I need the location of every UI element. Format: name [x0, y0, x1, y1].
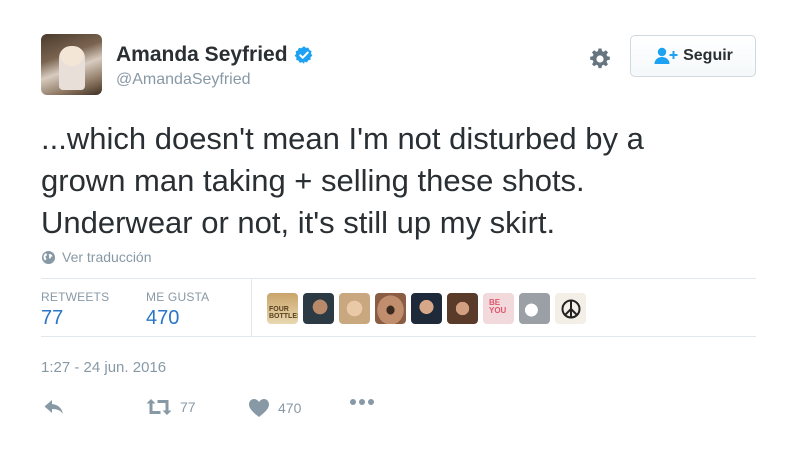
retweets-count[interactable]: 77 [41, 307, 63, 330]
reply-icon [44, 400, 63, 414]
divider [41, 336, 756, 337]
liker-avatar-text: FOUR BOTTLES [269, 306, 298, 320]
liker-avatar[interactable] [339, 293, 370, 324]
author-handle[interactable]: @AmandaSeyfried [116, 71, 251, 89]
divider [41, 278, 756, 279]
liker-avatar[interactable] [447, 293, 478, 324]
liker-avatar[interactable]: FOUR BOTTLES [267, 293, 298, 324]
tweet-text: ...which doesn't mean I'm not disturbed … [41, 118, 761, 244]
liker-avatar-text: BE YOU [489, 298, 507, 315]
more-button[interactable] [349, 398, 383, 406]
liker-avatar[interactable] [555, 293, 586, 324]
liker-avatar[interactable]: BE YOU [483, 293, 514, 324]
liker-avatar[interactable] [375, 293, 406, 324]
gear-icon[interactable] [588, 47, 612, 71]
translate-label: Ver traducción [62, 249, 152, 265]
tweet-text-line: Underwear or not, it's still up my skirt… [41, 205, 556, 240]
tweet-card: Amanda Seyfried @AmandaSeyfried Seguir .… [0, 0, 800, 456]
retweets-label[interactable]: RETWEETS [41, 290, 109, 304]
liker-avatars: FOUR BOTTLES BE YOU [267, 293, 586, 324]
likes-label[interactable]: ME GUSTA [146, 290, 209, 304]
likes-count[interactable]: 470 [146, 307, 179, 330]
heart-icon [249, 399, 269, 417]
globe-icon [41, 250, 56, 264]
liker-avatar[interactable] [411, 293, 442, 324]
add-user-icon [654, 47, 678, 64]
divider [251, 278, 252, 336]
translate-link[interactable]: Ver traducción [41, 249, 152, 265]
tweet-text-line: grown man taking + selling these shots. [41, 163, 585, 198]
follow-button-label: Seguir [683, 47, 733, 64]
author-name-row: Amanda Seyfried [116, 43, 314, 67]
retweet-count: 77 [180, 399, 196, 415]
reply-button[interactable] [43, 398, 73, 416]
like-count: 470 [278, 400, 302, 416]
retweet-icon [146, 399, 172, 415]
retweet-button[interactable]: 77 [146, 398, 196, 416]
verified-badge-icon [294, 46, 312, 64]
liker-avatar[interactable] [519, 293, 550, 324]
more-dots-icon [350, 399, 374, 405]
tweet-text-line: ...which doesn't mean I'm not disturbed … [41, 121, 644, 156]
like-button[interactable]: 470 [248, 398, 301, 418]
author-name[interactable]: Amanda Seyfried [116, 43, 288, 67]
tweet-timestamp[interactable]: 1:27 - 24 jun. 2016 [41, 359, 166, 376]
avatar[interactable] [41, 34, 102, 95]
liker-avatar[interactable] [303, 293, 334, 324]
follow-button[interactable]: Seguir [630, 35, 756, 77]
peace-sign-icon [561, 299, 580, 318]
